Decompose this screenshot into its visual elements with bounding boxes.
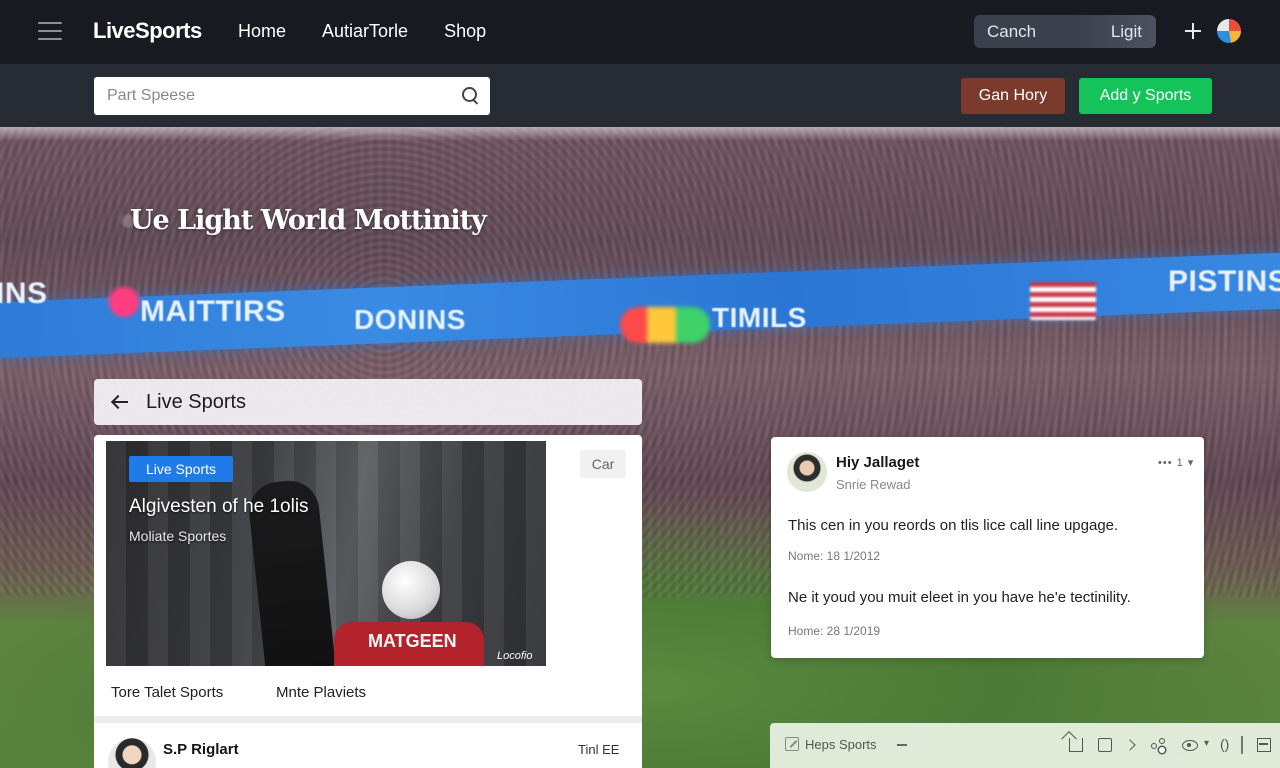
banner-light-colors [620, 307, 710, 343]
divider [94, 716, 642, 723]
dash-divider [897, 744, 907, 746]
globe-icon[interactable] [1217, 19, 1241, 43]
tab-mnte-plaviets[interactable]: Mnte Plaviets [276, 684, 366, 701]
comment-date: Home: 28 1/2019 [788, 624, 881, 638]
card-author-subtitle: Snrie Rewad [836, 477, 911, 492]
chevron-right-icon[interactable] [1124, 738, 1138, 752]
plus-icon[interactable] [1183, 21, 1203, 41]
top-nav: LiveSports Home AutiarTorle Shop Canch L… [0, 0, 1280, 64]
banner-text: PISTINS [1168, 265, 1280, 298]
search-icon[interactable] [462, 87, 480, 105]
stadium-roof [0, 127, 1280, 141]
nav-link-tournaments[interactable]: AutiarTorle [322, 21, 408, 42]
menu-icon[interactable] [38, 22, 62, 40]
edit-icon[interactable] [785, 737, 799, 751]
search-box [94, 77, 490, 115]
banner-text: INS [0, 277, 48, 310]
nav-link-home[interactable]: Home [238, 21, 286, 42]
toggle-left-label: Canch [987, 21, 1037, 41]
jersey-text: MATGEEN [368, 631, 457, 651]
video-watermark: Locofio [497, 650, 533, 662]
comment-date: Nome: 18 1/2012 [788, 549, 881, 563]
theme-toggle[interactable]: Canch Ligit [974, 15, 1156, 48]
home-icon[interactable] [1069, 738, 1083, 752]
comment-text: This cen in you reords on tlis lice call… [788, 517, 1119, 534]
banner-text: TIMILS [712, 302, 807, 333]
banner-light [104, 285, 144, 319]
live-badge[interactable]: Live Sports [129, 456, 233, 482]
player-helmet [382, 561, 440, 619]
toolbar-label[interactable]: Heps Sports [805, 737, 877, 752]
panel-title: Live Sports [146, 391, 247, 413]
category-chip[interactable]: Car [580, 450, 626, 478]
grid-icon[interactable] [1257, 738, 1271, 752]
toolbar-paren[interactable]: () [1220, 736, 1229, 752]
nav-links: Home AutiarTorle Shop [238, 21, 522, 42]
comment-text: Ne it youd you muit eleet in you have he… [788, 589, 1131, 606]
chevron-down-icon[interactable]: ▾ [1204, 738, 1209, 749]
box-icon[interactable] [1098, 738, 1112, 752]
search-input[interactable] [107, 77, 447, 115]
nav-link-shop[interactable]: Shop [444, 21, 486, 42]
video-subtitle: Moliate Sportes [129, 528, 227, 544]
add-sports-button[interactable]: Add y Sports [1079, 78, 1212, 114]
share-icon[interactable] [1151, 738, 1165, 752]
avatar[interactable] [787, 452, 827, 492]
divider [1241, 736, 1243, 754]
video-title: Algivesten of he 1olis [129, 496, 309, 517]
card-author-name[interactable]: Hiy Jallaget [836, 454, 919, 471]
toggle-right-label: Ligit [1110, 21, 1142, 41]
brand-logo[interactable]: LiveSports [93, 18, 202, 44]
banner-text: DONINS [354, 304, 466, 335]
hero-title: Ue Light World Mottinity [130, 205, 487, 236]
back-arrow-icon[interactable] [111, 394, 129, 410]
more-options-icon[interactable]: ••• 1 ▾ [1158, 456, 1194, 469]
list-item-meta: Tinl EE [578, 742, 620, 757]
flag-icon [1030, 282, 1096, 320]
eye-icon[interactable] [1182, 740, 1198, 751]
banner-text: MAITTIRS [140, 295, 286, 328]
tab-tore-talet-sports[interactable]: Tore Talet Sports [111, 684, 223, 701]
gan-hory-button[interactable]: Gan Hory [961, 78, 1065, 114]
list-item-name[interactable]: S.P Riglart [163, 741, 239, 758]
